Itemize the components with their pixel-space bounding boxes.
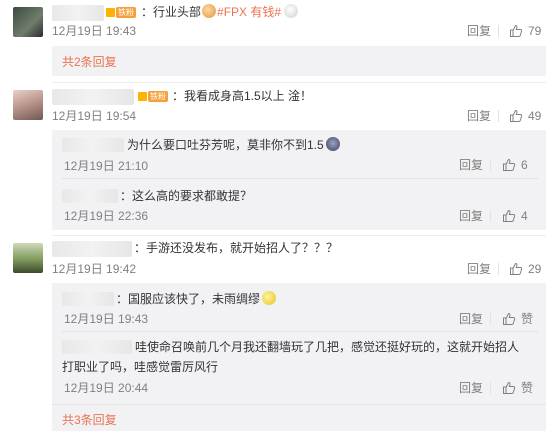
divider: [490, 382, 491, 394]
reply-button[interactable]: 回复: [459, 381, 483, 395]
reply-time: 12月19日 22:36: [64, 209, 149, 223]
comment-text: ：我看成身高1.5以上 淦！: [172, 89, 313, 103]
like-count: 49: [528, 109, 542, 123]
like-button[interactable]: 4: [502, 209, 528, 223]
thumbs-up-icon: [503, 209, 516, 222]
reply-text: ：这么高的要求都敢提？: [120, 189, 253, 203]
divider: [490, 313, 491, 325]
emoji-icon: [284, 4, 299, 18]
divider: [498, 110, 499, 122]
reply-time: 12月19日 21:10: [64, 159, 149, 173]
divider: [62, 178, 538, 179]
divider: [490, 159, 491, 171]
divider: [52, 235, 546, 236]
username[interactable]: [52, 241, 132, 257]
username[interactable]: [62, 292, 114, 306]
reply-button[interactable]: 回复: [459, 158, 483, 172]
like-label: 赞: [521, 312, 534, 326]
like-label: 赞: [521, 381, 534, 395]
emoji-icon: [202, 4, 217, 18]
username[interactable]: [62, 340, 132, 354]
like-button[interactable]: 29: [509, 262, 541, 276]
thumbs-up-icon: [503, 312, 516, 325]
thumbs-up-icon: [510, 109, 523, 122]
divider: [490, 210, 491, 222]
reply-button[interactable]: 回复: [459, 312, 483, 326]
like-count: 6: [521, 158, 528, 172]
divider: [52, 82, 546, 83]
hashtag-link[interactable]: #FPX 有钱#: [217, 5, 281, 19]
thumbs-up-icon: [503, 158, 516, 171]
emoji-icon: [262, 291, 277, 305]
crown-icon: [138, 92, 147, 101]
like-count: 4: [521, 209, 528, 223]
thumbs-up-icon: [503, 381, 516, 394]
emoji-icon: [325, 137, 340, 151]
comment-text: ：行业头部 #FPX 有钱#: [141, 4, 299, 20]
comment-text: ：手游还没发布，就开始招人了？？？: [134, 241, 339, 255]
reply-button[interactable]: 回复: [467, 24, 491, 38]
thumbs-up-icon: [510, 262, 523, 275]
divider: [498, 263, 499, 275]
reply-button[interactable]: 回复: [459, 209, 483, 223]
like-count: 79: [528, 24, 542, 38]
replies-box: [52, 46, 546, 76]
reply-time: 12月19日 20:44: [64, 381, 149, 395]
username[interactable]: [62, 189, 118, 203]
like-button[interactable]: 赞: [502, 312, 533, 326]
like-count: 29: [528, 262, 542, 276]
fan-badge: 铁粉: [106, 7, 136, 18]
avatar[interactable]: [13, 90, 43, 120]
reply-time: 12月19日 19:43: [64, 312, 149, 326]
avatar[interactable]: [13, 7, 43, 37]
username[interactable]: [52, 5, 104, 21]
comment-time: 12月19日 19:54: [52, 109, 137, 123]
avatar[interactable]: [13, 243, 43, 273]
thumbs-up-icon: [510, 24, 523, 37]
divider: [52, 404, 546, 405]
reply-text: 为什么要口吐芬芳呢，莫非你不到1.5: [127, 137, 340, 153]
divider: [498, 25, 499, 37]
reply-button[interactable]: 回复: [467, 262, 491, 276]
like-button[interactable]: 49: [509, 109, 541, 123]
fan-badge: 铁粉: [138, 91, 168, 102]
like-button[interactable]: 6: [502, 158, 528, 172]
divider: [62, 331, 538, 332]
like-button[interactable]: 赞: [502, 381, 533, 395]
reply-text-continued: 打职业了吗，哇感觉雷厉风行: [62, 360, 219, 374]
reply-text: 哇使命召唤前几个月我还翻墙玩了几把，感觉还挺好玩的，这就开始招人: [135, 340, 520, 354]
comment-time: 12月19日 19:42: [52, 262, 137, 276]
username[interactable]: [52, 89, 134, 105]
more-replies-link[interactable]: 共3条回复: [62, 413, 117, 427]
reply-text: ：国服应该快了，未雨绸缪: [116, 291, 277, 307]
crown-icon: [106, 8, 115, 17]
reply-button[interactable]: 回复: [467, 109, 491, 123]
like-button[interactable]: 79: [509, 24, 541, 38]
comment-time: 12月19日 19:43: [52, 24, 137, 38]
more-replies-link[interactable]: 共2条回复: [62, 55, 117, 69]
username[interactable]: [62, 138, 124, 152]
